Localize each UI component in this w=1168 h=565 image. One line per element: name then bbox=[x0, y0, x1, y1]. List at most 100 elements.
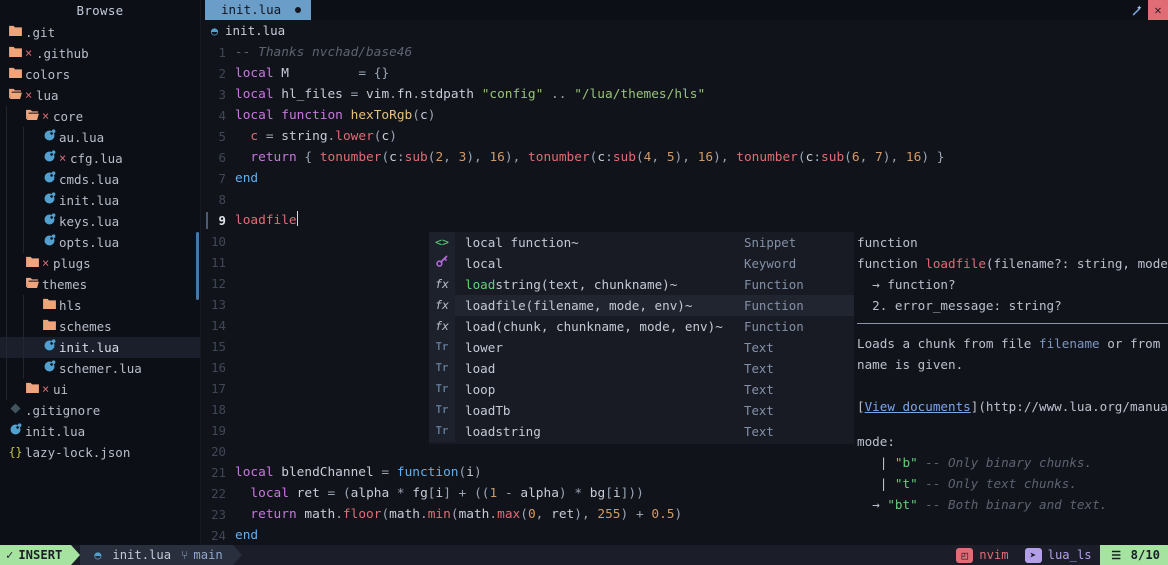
completion-item-6[interactable]: Tr load Text bbox=[429, 358, 854, 379]
completion-item-0[interactable]: <> local function~ Snippet bbox=[429, 232, 854, 253]
folder-icon bbox=[8, 22, 23, 43]
code-line-6[interactable]: 6 return { tonumber(c:sub(2, 3), 16), to… bbox=[201, 147, 1168, 168]
tree-item-schemer-lua[interactable]: schemer.lua bbox=[0, 358, 200, 379]
tree-item-hls[interactable]: hls bbox=[0, 295, 200, 316]
tree-item-init-lua[interactable]: init.lua bbox=[0, 337, 200, 358]
completion-item-1[interactable]: local Keyword bbox=[429, 253, 854, 274]
code-line-1[interactable]: 1 -- Thanks nvchad/base46 bbox=[201, 42, 1168, 63]
doc-body-line-2 bbox=[855, 375, 1168, 396]
tree-item-colors[interactable]: colors bbox=[0, 64, 200, 85]
tab-init-lua[interactable]: init.lua bbox=[205, 0, 312, 20]
completion-item-7[interactable]: Tr loop Text bbox=[429, 379, 854, 400]
json-file-icon: {} bbox=[8, 445, 23, 459]
doc-head-line-2: → function? bbox=[857, 277, 956, 292]
completion-item-3[interactable]: fx loadfile(filename, mode, env)~ Function bbox=[429, 295, 854, 316]
tree-item-init-lua[interactable]: init.lua bbox=[0, 421, 200, 442]
editor-pane[interactable]: init.lua ✕ ◓ init.lua 1 -- Thanks nvchad/… bbox=[201, 0, 1168, 545]
tree-item-lazy-lock-json[interactable]: {} lazy-lock.json bbox=[0, 442, 200, 463]
tree-item-themes[interactable]: themes bbox=[0, 274, 200, 295]
close-icon[interactable]: ✕ bbox=[1148, 0, 1168, 20]
doc-divider bbox=[857, 323, 1168, 324]
lsp-nvim-label: nvim bbox=[979, 548, 1009, 562]
code-line-3[interactable]: 3 local hl_files = vim.fn.stdpath "config… bbox=[201, 84, 1168, 105]
file-tree[interactable]: .git × .github colors × lua × core au.lua × cfg.lu… bbox=[0, 22, 200, 463]
completion-popup[interactable]: <> local function~ Snippet local Keyword fx lo… bbox=[429, 232, 854, 444]
nvim-icon: ◰ bbox=[956, 547, 974, 563]
tree-item-label: lazy-lock.json bbox=[25, 445, 131, 460]
text-icon: Tr bbox=[429, 421, 455, 442]
git-file-icon bbox=[8, 400, 23, 421]
tree-item-label: keys.lua bbox=[59, 214, 120, 229]
indent-guide bbox=[6, 316, 7, 337]
tree-item--git[interactable]: .git bbox=[0, 22, 200, 43]
line-number: 5 bbox=[218, 129, 226, 144]
tree-item-cmds-lua[interactable]: cmds.lua bbox=[0, 169, 200, 190]
code-line-7[interactable]: 7 end bbox=[201, 168, 1168, 189]
indent-guide bbox=[23, 211, 24, 232]
line-number: 7 bbox=[218, 171, 226, 186]
tree-item-ui[interactable]: × ui bbox=[0, 379, 200, 400]
tree-item-label: schemes bbox=[59, 319, 112, 334]
completion-label: local function~ bbox=[465, 235, 579, 250]
line-content: loadfile bbox=[235, 211, 299, 228]
tree-item--github[interactable]: × .github bbox=[0, 43, 200, 64]
line-content: return math.floor(math.min(math.max(0, r… bbox=[250, 507, 683, 522]
doc-body-line-0: Loads a chunk from file filename or from… bbox=[857, 336, 1168, 351]
lua-file-icon bbox=[8, 421, 23, 442]
indent-guide bbox=[6, 106, 7, 127]
completion-kind: Keyword bbox=[744, 256, 797, 271]
line-content: local ret = (alpha * fg[i] + ((1 - alpha… bbox=[250, 486, 644, 501]
doc-head-line-1: function loadfile(filename?: string, mod… bbox=[857, 256, 1168, 271]
sidebar-scrollbar[interactable] bbox=[196, 232, 199, 300]
tree-item--gitignore[interactable]: .gitignore bbox=[0, 400, 200, 421]
doc-signature: function function loadfile(filename?: str… bbox=[855, 232, 1168, 316]
completion-item-8[interactable]: Tr loadTb Text bbox=[429, 400, 854, 421]
tree-item-init-lua[interactable]: init.lua bbox=[0, 190, 200, 211]
code-line-9[interactable]: 9 loadfile bbox=[201, 210, 1168, 231]
tree-item-lua[interactable]: × lua bbox=[0, 85, 200, 106]
indent-guide bbox=[23, 295, 24, 316]
completion-item-4[interactable]: fx load(chunk, chunkname, mode, env)~ Func… bbox=[429, 316, 854, 337]
tree-item-au-lua[interactable]: au.lua bbox=[0, 127, 200, 148]
folder-icon bbox=[25, 253, 40, 274]
tree-item-opts-lua[interactable]: opts.lua bbox=[0, 232, 200, 253]
code-line-2[interactable]: 2 local M = {} bbox=[201, 63, 1168, 84]
line-number: 20 bbox=[211, 444, 226, 459]
tree-item-keys-lua[interactable]: keys.lua bbox=[0, 211, 200, 232]
tree-item-schemes[interactable]: schemes bbox=[0, 316, 200, 337]
indent-guide bbox=[6, 190, 7, 211]
completion-item-2[interactable]: fx loadstring(text, chunkname)~ Function bbox=[429, 274, 854, 295]
completion-item-9[interactable]: Tr loadstring Text bbox=[429, 421, 854, 442]
git-modified-icon: × bbox=[42, 382, 50, 396]
completion-item-5[interactable]: Tr lower Text bbox=[429, 337, 854, 358]
tree-item-core[interactable]: × core bbox=[0, 106, 200, 127]
indent-guide bbox=[6, 148, 7, 169]
completion-kind: Function bbox=[744, 298, 804, 313]
folder-open-icon bbox=[25, 274, 40, 295]
indent-guide bbox=[6, 295, 7, 316]
file-arrow bbox=[232, 545, 242, 565]
indent-guide bbox=[23, 190, 24, 211]
code-line-5[interactable]: 5 c = string.lower(c) bbox=[201, 126, 1168, 147]
indent-guide bbox=[6, 211, 7, 232]
rocket-icon: ➤ bbox=[1024, 547, 1042, 563]
tree-item-cfg-lua[interactable]: × cfg.lua bbox=[0, 148, 200, 169]
tabline[interactable]: init.lua ✕ bbox=[201, 0, 1168, 20]
line-content: local function hexToRgb(c) bbox=[235, 108, 436, 123]
doc-mode-line-1: | "b" -- Only binary chunks. bbox=[857, 455, 1093, 470]
mode-label: INSERT bbox=[18, 548, 63, 562]
line-number: 13 bbox=[211, 297, 226, 312]
tree-item-label: init.lua bbox=[59, 193, 120, 208]
indent-guide bbox=[23, 148, 24, 169]
file-browser-sidebar[interactable]: Browse .git × .github colors × lua × core au.lua… bbox=[0, 0, 200, 545]
line-number: 18 bbox=[211, 402, 226, 417]
folder-open-icon bbox=[8, 85, 23, 106]
code-line-8[interactable]: 8 bbox=[201, 189, 1168, 210]
code-line-4[interactable]: 4 local function hexToRgb(c) bbox=[201, 105, 1168, 126]
indent-guide bbox=[23, 127, 24, 148]
git-modified-icon: × bbox=[42, 256, 50, 270]
tree-item-label: hls bbox=[59, 298, 82, 313]
text-icon: Tr bbox=[429, 358, 455, 379]
magic-wand-icon[interactable] bbox=[1126, 0, 1148, 20]
tree-item-plugs[interactable]: × plugs bbox=[0, 253, 200, 274]
